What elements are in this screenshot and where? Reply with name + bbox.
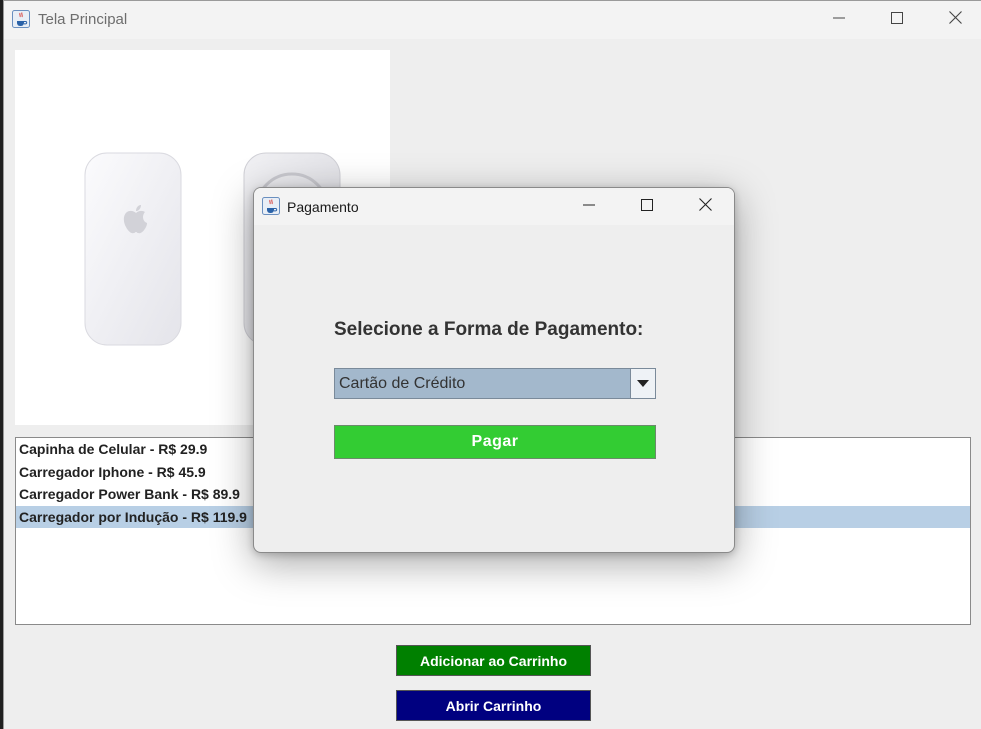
maximize-icon [891, 11, 903, 29]
dialog-title: Pagamento [287, 199, 359, 215]
minimize-icon [583, 198, 595, 216]
add-to-cart-button[interactable]: Adicionar ao Carrinho [396, 645, 591, 676]
close-button[interactable] [926, 1, 981, 39]
dialog-titlebar[interactable]: Pagamento [254, 188, 734, 225]
chevron-down-icon [637, 375, 649, 393]
maximize-button[interactable] [868, 1, 926, 39]
main-titlebar[interactable]: Tela Principal [4, 1, 981, 39]
dropdown-arrow-button[interactable] [630, 369, 655, 398]
payment-dialog: Pagamento Selecione a Forma de Pagamento… [253, 187, 735, 553]
minimize-button[interactable] [810, 1, 868, 39]
close-icon [948, 11, 962, 29]
minimize-icon [833, 11, 845, 29]
open-cart-button[interactable]: Abrir Carrinho [396, 690, 591, 721]
java-coffee-icon [12, 10, 30, 28]
maximize-icon [641, 198, 653, 216]
main-window-title: Tela Principal [38, 11, 128, 28]
dialog-close-button[interactable] [676, 188, 734, 225]
payment-method-select[interactable]: Cartão de Crédito [334, 368, 656, 399]
java-coffee-icon [262, 197, 280, 215]
payment-method-value: Cartão de Crédito [339, 375, 466, 392]
dialog-maximize-button[interactable] [618, 188, 676, 225]
close-icon [698, 197, 712, 216]
pay-button[interactable]: Pagar [334, 425, 656, 459]
dialog-minimize-button[interactable] [560, 188, 618, 225]
payment-prompt-label: Selecione a Forma de Pagamento: [334, 319, 644, 340]
